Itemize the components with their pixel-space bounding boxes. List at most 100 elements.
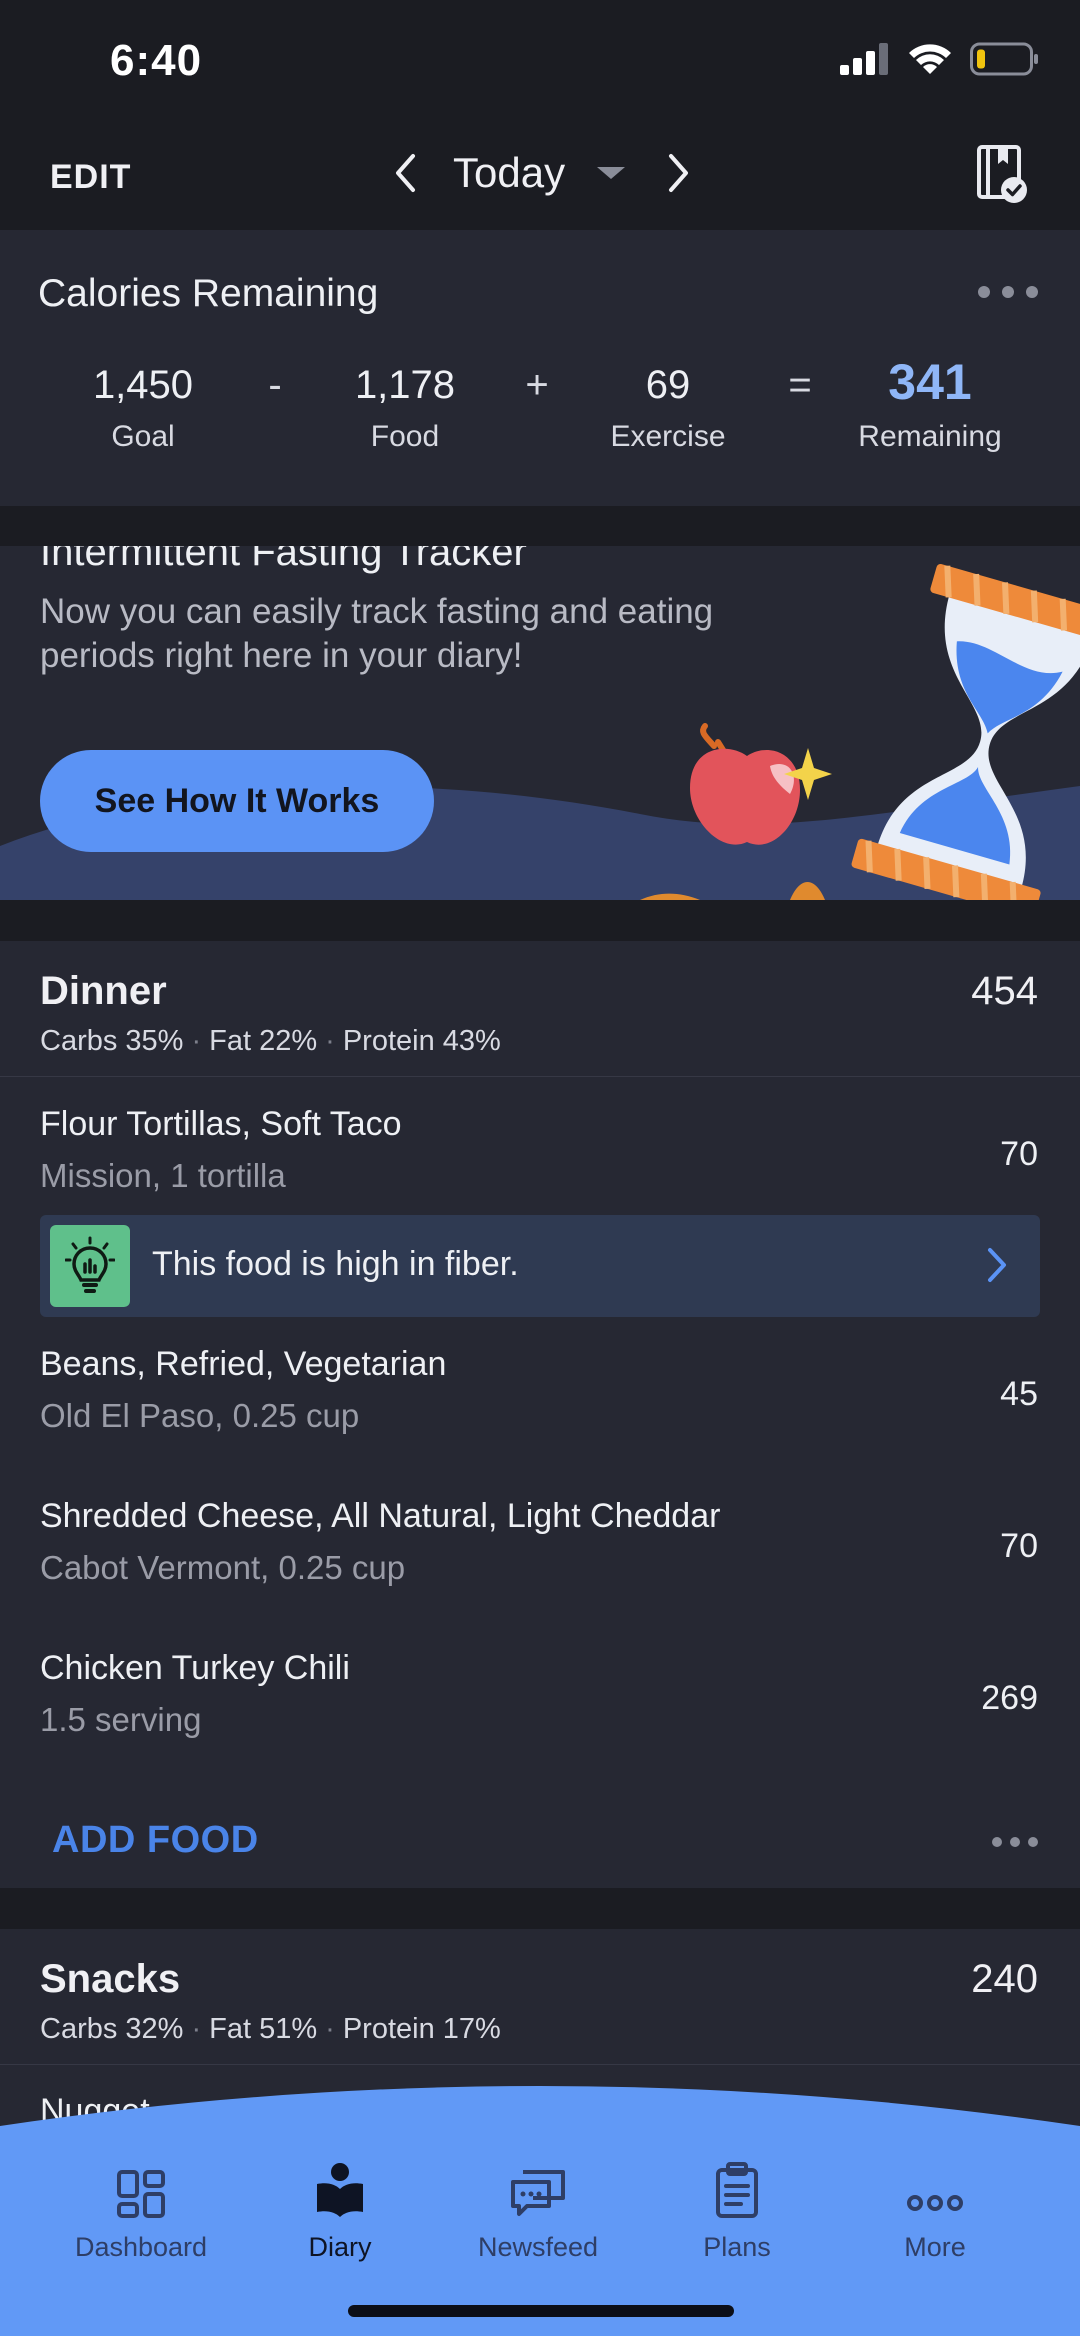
food-label: Food xyxy=(370,420,440,453)
tab-label: More xyxy=(904,2232,966,2262)
status-time: 6:40 xyxy=(110,36,203,85)
food-name: Chicken Turkey Chili xyxy=(40,1649,350,1687)
home-indicator xyxy=(348,2305,734,2317)
prev-day-button[interactable] xyxy=(385,143,425,203)
food-detail: Cabot Vermont, 0.25 cup xyxy=(40,1549,406,1586)
signal-icon xyxy=(840,43,888,75)
food-detail: Mission, 1 tortilla xyxy=(40,1157,286,1194)
tab-label: Diary xyxy=(308,2232,372,2262)
promo-text: Now you can easily track fasting and eat… xyxy=(40,592,714,675)
more-dot-icon xyxy=(992,1837,1002,1847)
food-detail: Old El Paso, 0.25 cup xyxy=(40,1397,360,1434)
diary-icon xyxy=(240,2148,440,2218)
fiber-tip-banner[interactable]: This food is high in fiber. xyxy=(40,1215,1040,1317)
minus-operator: - xyxy=(268,363,282,407)
macro-separator: · xyxy=(325,2013,335,2045)
protein-percent: Protein 17% xyxy=(342,2013,501,2045)
edit-button[interactable]: EDIT xyxy=(50,158,131,197)
date-label[interactable]: Today xyxy=(453,149,565,197)
wifi-icon xyxy=(909,44,951,74)
section-divider xyxy=(0,506,1080,546)
more-dot-icon xyxy=(1026,286,1038,298)
status-bar: 6:40 xyxy=(0,0,1080,120)
fasting-promo-banner: Intermittent Fasting Tracker Now you can… xyxy=(0,546,1080,900)
meal-total: 454 xyxy=(971,969,1038,1013)
meal-more-button[interactable] xyxy=(992,1837,1038,1847)
tip-text: This food is high in fiber. xyxy=(152,1245,519,1283)
exercise-column[interactable]: 69 Exercise xyxy=(568,360,768,454)
dinner-header[interactable]: Dinner 454 Carbs 35% · Fat 22% · Protein 43% xyxy=(0,941,1080,1077)
food-value: 1,178 xyxy=(354,363,456,407)
food-name: Shredded Cheese, All Natural, Light Ched… xyxy=(40,1497,721,1535)
snacks-header[interactable]: Snacks 240 Carbs 32% · Fat 51% · Protein 17% xyxy=(0,1929,1080,2065)
meal-total: 240 xyxy=(971,1957,1038,2001)
dinner-section: Dinner 454 Carbs 35% · Fat 22% · Protein 43%… xyxy=(0,941,1080,1915)
calories-title: Calories Remaining xyxy=(38,272,379,315)
lightbulb-icon xyxy=(50,1225,130,1307)
complete-diary-button[interactable] xyxy=(976,144,1030,209)
plans-icon xyxy=(637,2148,837,2218)
tab-label: Newsfeed xyxy=(477,2232,599,2262)
food-entry[interactable]: Flour Tortillas, Soft Taco Mission, 1 to… xyxy=(0,1077,1080,1215)
chevron-left-icon xyxy=(396,154,415,192)
remaining-value: 341 xyxy=(888,354,972,410)
tab-dashboard[interactable]: Dashboard xyxy=(41,2148,241,2263)
promo-title: Intermittent Fasting Tracker xyxy=(40,546,527,574)
calories-equation: 1,450 Goal - 1,178 Food + 69 Exercise = … xyxy=(0,354,1080,480)
fat-percent: Fat 51% xyxy=(209,2013,318,2045)
meal-name: Snacks xyxy=(40,1957,181,2001)
carbs-percent: Carbs 35% xyxy=(40,1025,184,1057)
tab-label: Plans xyxy=(703,2232,771,2262)
tab-plans[interactable]: Plans xyxy=(637,2148,837,2263)
food-calories: 45 xyxy=(1000,1375,1038,1413)
tab-more[interactable]: More xyxy=(835,2148,1035,2263)
food-entry[interactable]: Chicken Turkey Chili 1.5 serving 269 xyxy=(0,1621,1080,1773)
chevron-right-icon xyxy=(988,1248,1006,1282)
food-calories: 269 xyxy=(981,1679,1038,1717)
more-icon xyxy=(835,2148,1035,2218)
next-day-button[interactable] xyxy=(659,143,699,203)
newsfeed-icon xyxy=(438,2148,638,2218)
goal-label: Goal xyxy=(111,420,175,453)
calories-more-button[interactable] xyxy=(978,286,1038,298)
macro-separator: · xyxy=(191,2013,202,2045)
battery-icon xyxy=(970,42,1038,76)
exercise-label: Exercise xyxy=(610,420,726,453)
tab-diary[interactable]: Diary xyxy=(240,2148,440,2263)
food-calories: 70 xyxy=(1000,1527,1038,1565)
more-dot-icon xyxy=(1002,286,1014,298)
tab-label: Dashboard xyxy=(74,2232,208,2262)
nav-header: EDIT Today xyxy=(0,120,1080,230)
dashboard-icon xyxy=(41,2148,241,2218)
calories-remaining-card: Calories Remaining 1,450 Goal - 1,178 Fo… xyxy=(0,230,1080,506)
section-divider xyxy=(0,1888,1080,1929)
caret-down-icon[interactable] xyxy=(597,167,626,179)
more-dot-icon xyxy=(1028,1837,1038,1847)
meal-macros: Carbs 35% · Fat 22% · Protein 43% xyxy=(40,1025,501,1058)
meal-name: Dinner xyxy=(40,969,167,1013)
carbs-percent: Carbs 32% xyxy=(40,2013,184,2045)
food-name: Beans, Refried, Vegetarian xyxy=(40,1345,447,1383)
see-how-it-works-button[interactable]: See How It Works xyxy=(40,750,434,852)
section-divider xyxy=(0,900,1080,941)
food-calories: 70 xyxy=(1000,1135,1038,1173)
tab-newsfeed[interactable]: Newsfeed xyxy=(438,2148,638,2263)
goal-value: 1,450 xyxy=(92,363,194,407)
food-column[interactable]: 1,178 Food xyxy=(305,360,505,454)
food-entry[interactable]: Shredded Cheese, All Natural, Light Ched… xyxy=(0,1469,1080,1621)
goal-column[interactable]: 1,450 Goal xyxy=(43,360,243,454)
chevron-right-icon xyxy=(669,154,689,192)
protein-percent: Protein 43% xyxy=(342,1025,501,1057)
food-entry[interactable]: Beans, Refried, Vegetarian Old El Paso, … xyxy=(0,1317,1080,1469)
food-detail: 1.5 serving xyxy=(40,1701,202,1738)
food-name: Flour Tortillas, Soft Taco xyxy=(40,1105,402,1143)
bottom-tab-bar: Dashboard Diary Newsfeed Plans More xyxy=(0,2086,1080,2336)
remaining-label: Remaining xyxy=(858,420,1002,453)
equals-operator: = xyxy=(788,363,812,407)
diary-check-icon xyxy=(977,145,1027,203)
add-food-button[interactable]: ADD FOOD xyxy=(52,1819,259,1862)
remaining-column[interactable]: 341 Remaining xyxy=(830,354,1030,454)
macro-separator: · xyxy=(325,1025,335,1057)
macro-separator: · xyxy=(191,1025,202,1057)
exercise-value: 69 xyxy=(645,363,691,407)
